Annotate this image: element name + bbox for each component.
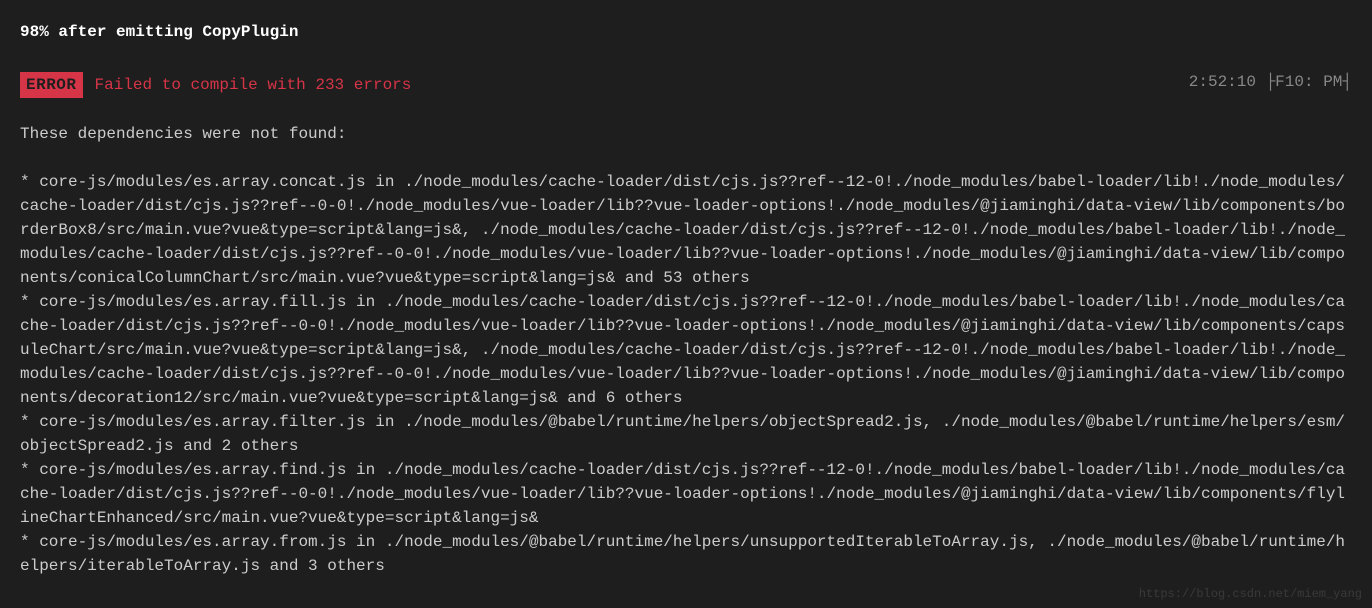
- log-line: * core-js/modules/es.array.find.js in ./…: [20, 458, 1352, 530]
- log-body: * core-js/modules/es.array.concat.js in …: [20, 170, 1352, 578]
- log-line: * core-js/modules/es.array.filter.js in …: [20, 410, 1352, 458]
- error-badge: ERROR: [20, 72, 83, 98]
- log-line: * core-js/modules/es.array.from.js in ./…: [20, 530, 1352, 578]
- log-line: * core-js/modules/es.array.concat.js in …: [20, 170, 1352, 290]
- log-line: * core-js/modules/es.array.fill.js in ./…: [20, 290, 1352, 410]
- build-progress-title: 98% after emitting CopyPlugin: [20, 20, 1352, 44]
- watermark: https://blog.csdn.net/miem_yang: [1139, 585, 1362, 603]
- dependencies-heading: These dependencies were not found:: [20, 122, 1352, 146]
- error-line: ERROR Failed to compile with 233 errors: [20, 72, 1352, 98]
- timestamp: 2:52:10 ├F10: PM┤: [1189, 70, 1352, 94]
- error-message: Failed to compile with 233 errors: [95, 73, 412, 97]
